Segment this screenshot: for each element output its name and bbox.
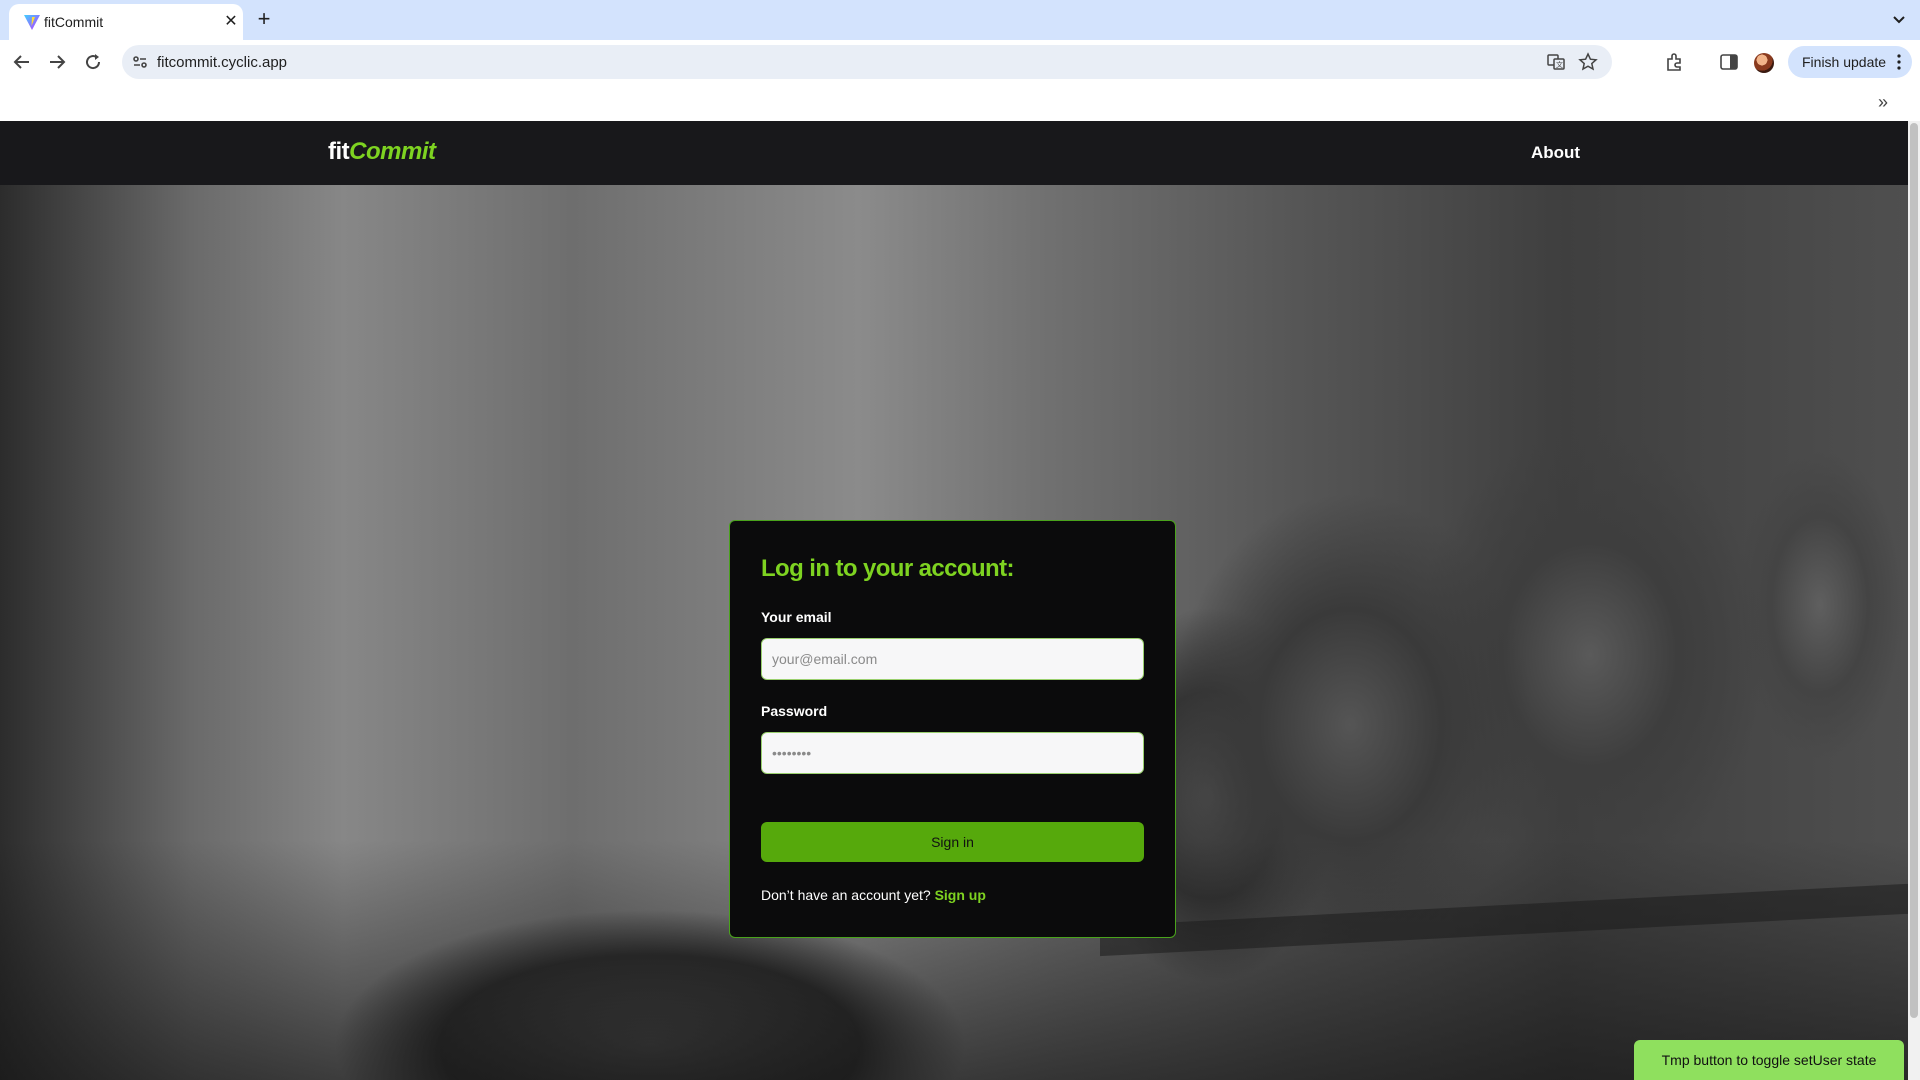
page-viewport: fitCommit About Log in to your account: … [0,121,1908,1080]
extensions-icon[interactable] [1664,51,1686,73]
svg-text:文: 文 [1556,60,1563,69]
kebab-menu-icon[interactable] [1892,53,1906,71]
chevron-down-icon[interactable] [1888,8,1910,30]
logo-fit-text: fit [328,138,350,165]
double-chevron-icon[interactable]: » [1878,92,1888,113]
password-label: Password [761,703,828,719]
email-field[interactable] [761,638,1144,680]
logo-commit-text: Commit [349,138,436,165]
browser-tab-strip: fitCommit ✕ + [0,0,1920,40]
finish-update-label: Finish update [1802,54,1887,70]
email-label: Your email [761,609,832,625]
star-icon[interactable] [1578,52,1598,72]
site-navbar: fitCommit About [0,121,1908,185]
signup-prompt: Don’t have an account yet? Sign up [761,887,986,903]
nav-about-link[interactable]: About [1531,143,1580,163]
password-field[interactable] [761,732,1144,774]
hero-background-image: Log in to your account: Your email Passw… [0,185,1908,1080]
bookmarks-bar: » [0,84,1920,121]
site-logo[interactable]: fitCommit [328,138,436,166]
tab-title: fitCommit [44,14,104,30]
no-account-text: Don’t have an account yet? [761,887,931,903]
browser-tab[interactable]: fitCommit ✕ [9,4,243,40]
tmp-toggle-user-button[interactable]: Tmp button to toggle setUser state [1634,1040,1904,1080]
url-text: fitcommit.cyclic.app [157,54,288,71]
finish-update-button[interactable]: Finish update [1788,46,1912,78]
sign-up-link[interactable]: Sign up [935,887,986,903]
login-card: Log in to your account: Your email Passw… [729,520,1176,938]
plus-icon[interactable]: + [252,8,276,32]
back-arrow-icon[interactable] [10,50,34,74]
page-scrollbar[interactable] [1908,121,1920,1080]
translate-icon[interactable]: 文 [1546,52,1566,72]
avatar[interactable] [1754,53,1774,73]
browser-toolbar: fitcommit.cyclic.app 文 Finish update [0,40,1920,84]
login-title: Log in to your account: [761,555,1014,582]
scrollbar-thumb[interactable] [1910,123,1918,1018]
side-panel-icon[interactable] [1718,51,1740,73]
address-bar[interactable]: fitcommit.cyclic.app 文 [122,45,1612,79]
site-info-icon[interactable] [130,52,150,72]
reload-icon[interactable] [81,50,105,74]
vite-favicon [24,15,40,30]
sign-in-button[interactable]: Sign in [761,822,1144,862]
forward-arrow-icon[interactable] [45,50,69,74]
close-icon[interactable]: ✕ [221,12,241,32]
